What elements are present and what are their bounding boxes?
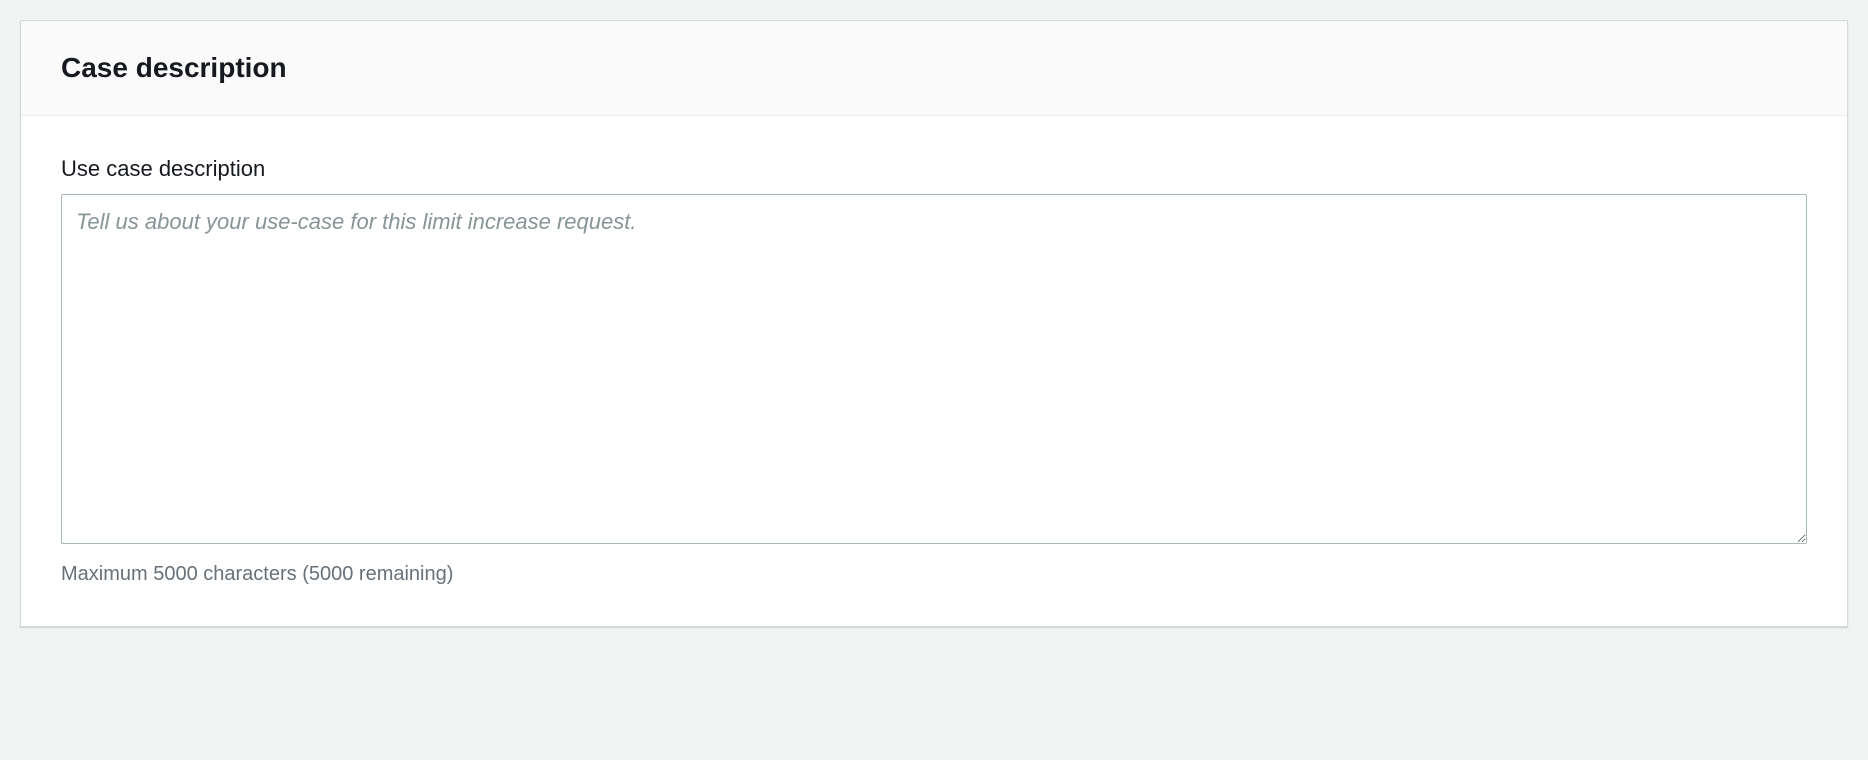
panel-title: Case description [61, 51, 1807, 85]
use-case-label: Use case description [61, 156, 1807, 182]
panel-header: Case description [21, 21, 1847, 116]
use-case-textarea[interactable] [61, 194, 1807, 544]
character-count-help: Maximum 5000 characters (5000 remaining) [61, 563, 1807, 586]
panel-body: Use case description Maximum 5000 charac… [21, 116, 1847, 626]
case-description-panel: Case description Use case description Ma… [20, 20, 1848, 627]
